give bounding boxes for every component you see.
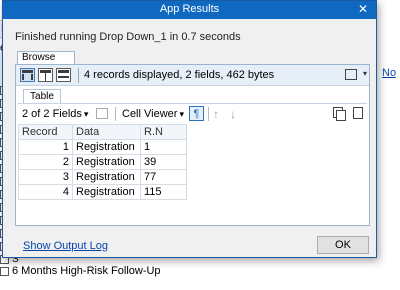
table-row[interactable]: 4 Registration 115 [18, 184, 187, 200]
cell-data[interactable]: Registration [72, 184, 141, 200]
table-row[interactable]: 1 Registration 1 [18, 139, 187, 155]
list-item-label: 6 Months High-Risk Follow-Up [12, 265, 161, 277]
background-link[interactable]: No [382, 67, 396, 79]
results-table: Record Data R.N 1 Registration 1 2 Regis… [18, 124, 187, 200]
fields-dropdown[interactable]: 2 of 2 Fields ▾ [22, 108, 88, 120]
chevron-down-icon: ▾ [179, 109, 184, 119]
cell-record[interactable]: 3 [18, 169, 73, 185]
tab-browse[interactable]: Browse (26) [17, 51, 75, 75]
dialog-title: App Results [159, 3, 220, 15]
table-row[interactable]: 3 Registration 77 [18, 169, 187, 185]
app-results-dialog: App Results ✕ Finished running Drop Down… [2, 0, 377, 258]
table-toolbar: 2 of 2 Fields ▾ Cell Viewer ▾ ¶ ↑ ↓ [18, 103, 367, 123]
cell-viewer-label: Cell Viewer [122, 108, 178, 120]
chevron-down-icon[interactable]: ▾ [363, 69, 367, 78]
browse-panel: 4 records displayed, 2 fields, 462 bytes… [15, 64, 370, 226]
arrow-up-icon[interactable]: ↑ [213, 107, 219, 121]
single-view-icon[interactable] [20, 68, 35, 82]
ok-button[interactable]: OK [317, 236, 369, 254]
layout-menu-icon[interactable] [345, 69, 357, 80]
records-info: 4 records displayed, 2 fields, 462 bytes [84, 69, 275, 81]
fields-dropdown-label: 2 of 2 Fields [22, 108, 82, 120]
cell-record[interactable]: 2 [18, 154, 73, 170]
cell-data[interactable]: Registration [72, 169, 141, 185]
cell-record[interactable]: 4 [18, 184, 73, 200]
cell-data[interactable]: Registration [72, 154, 141, 170]
chevron-down-icon: ▾ [83, 109, 89, 119]
toolbar-separator [115, 107, 116, 121]
edit-icon[interactable] [96, 108, 108, 119]
status-text: Finished running Drop Down_1 in 0.7 seco… [15, 31, 241, 43]
background-list-item[interactable]: 6 Months High-Risk Follow-Up [0, 264, 161, 278]
checkbox[interactable] [0, 266, 9, 276]
view-toolbar: 4 records displayed, 2 fields, 462 bytes… [16, 65, 369, 86]
column-header-record[interactable]: Record [18, 124, 73, 140]
copy-icon[interactable] [333, 107, 346, 121]
table-row[interactable]: 2 Registration 39 [18, 154, 187, 170]
table-header-row: Record Data R.N [18, 124, 187, 140]
pilcrow-icon[interactable]: ¶ [189, 106, 204, 121]
cell-rn[interactable]: 77 [140, 169, 187, 185]
horizontal-split-icon[interactable] [56, 68, 71, 82]
column-header-rn[interactable]: R.N [140, 124, 187, 140]
cell-rn[interactable]: 115 [140, 184, 187, 200]
dialog-titlebar[interactable]: App Results ✕ [3, 1, 376, 19]
toolbar-separator [208, 107, 209, 121]
document-icon[interactable] [353, 107, 363, 119]
cell-rn[interactable]: 39 [140, 154, 187, 170]
tab-table[interactable]: Table [23, 89, 61, 103]
column-header-data[interactable]: Data [72, 124, 141, 140]
cell-record[interactable]: 1 [18, 139, 73, 155]
toolbar-separator [78, 68, 79, 83]
vertical-split-icon[interactable] [38, 68, 53, 82]
cell-rn[interactable]: 1 [140, 139, 187, 155]
show-output-log-link[interactable]: Show Output Log [23, 240, 108, 252]
arrow-down-icon[interactable]: ↓ [230, 107, 236, 121]
cell-data[interactable]: Registration [72, 139, 141, 155]
cell-viewer-dropdown[interactable]: Cell Viewer ▾ [122, 108, 184, 120]
close-icon[interactable]: ✕ [356, 2, 370, 16]
